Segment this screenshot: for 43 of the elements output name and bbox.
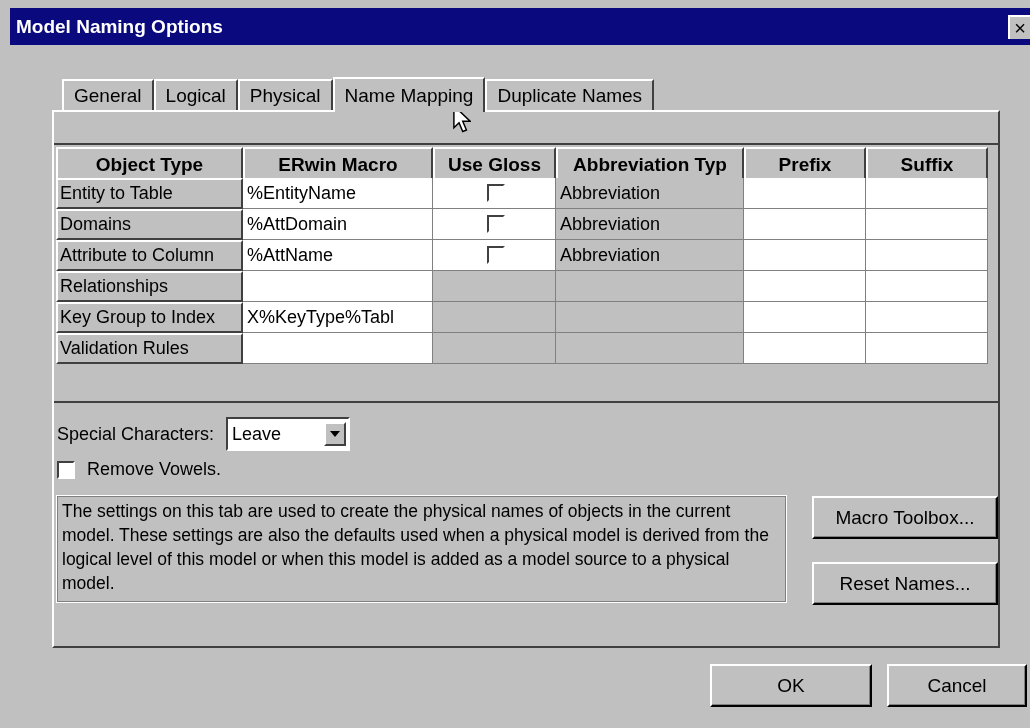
- table-cell[interactable]: [243, 271, 433, 302]
- checkbox-label[interactable]: Remove Vowels.: [87, 459, 222, 480]
- row-header[interactable]: Validation Rules: [56, 333, 243, 364]
- table-cell[interactable]: [744, 302, 866, 333]
- table-cell[interactable]: [744, 178, 866, 209]
- description-text: The settings on this tab are used to create the physical names of objects in the current model. These settings are also the defaults used when a physical model is derived from the logical level of this model or when this model is added as a model source to a physical model.: [57, 496, 786, 602]
- table-cell: Abbreviation: [556, 178, 744, 209]
- row-header[interactable]: Key Group to Index: [56, 302, 243, 333]
- table-cell[interactable]: [866, 178, 988, 209]
- ok-button[interactable]: OK: [710, 664, 872, 707]
- row-header[interactable]: Entity to Table: [56, 178, 243, 209]
- table-cell[interactable]: [744, 271, 866, 302]
- button[interactable]: Macro Toolbox...: [812, 496, 998, 539]
- table-cell: Abbreviation: [556, 240, 744, 271]
- window-title: Model Naming Options: [16, 15, 223, 38]
- table-cell[interactable]: %AttName: [243, 240, 433, 271]
- table-cell[interactable]: X%KeyType%Tabl: [243, 302, 433, 333]
- table-cell[interactable]: [744, 209, 866, 240]
- table-cell[interactable]: [866, 271, 988, 302]
- table-cell[interactable]: [744, 240, 866, 271]
- row-header[interactable]: Domains: [56, 209, 243, 240]
- checkbox[interactable]: [57, 460, 75, 479]
- row-header[interactable]: Attribute to Column: [56, 240, 243, 271]
- table-cell[interactable]: %EntityName: [243, 178, 433, 209]
- tab[interactable]: Duplicate Names: [485, 79, 655, 110]
- table-cell[interactable]: [866, 240, 988, 271]
- tab[interactable]: Logical: [153, 79, 238, 110]
- row-header[interactable]: Relationships: [56, 271, 243, 302]
- tab[interactable]: Physical: [237, 79, 333, 110]
- table-cell[interactable]: [866, 209, 988, 240]
- close-button[interactable]: ×: [1008, 14, 1030, 39]
- cancel-button[interactable]: Cancel: [887, 664, 1027, 707]
- dropdown[interactable]: Leave: [226, 417, 351, 451]
- table-cell[interactable]: [866, 302, 988, 333]
- table-cell[interactable]: %AttDomain: [243, 209, 433, 240]
- field-label: Special Characters:: [57, 423, 215, 445]
- table-cell[interactable]: [744, 333, 866, 364]
- table-cell[interactable]: [243, 333, 433, 364]
- tab[interactable]: Name Mapping: [332, 77, 486, 112]
- tab[interactable]: General: [62, 79, 154, 110]
- button[interactable]: Reset Names...: [812, 562, 998, 605]
- table-cell[interactable]: [866, 333, 988, 364]
- table-cell: Abbreviation: [556, 209, 744, 240]
